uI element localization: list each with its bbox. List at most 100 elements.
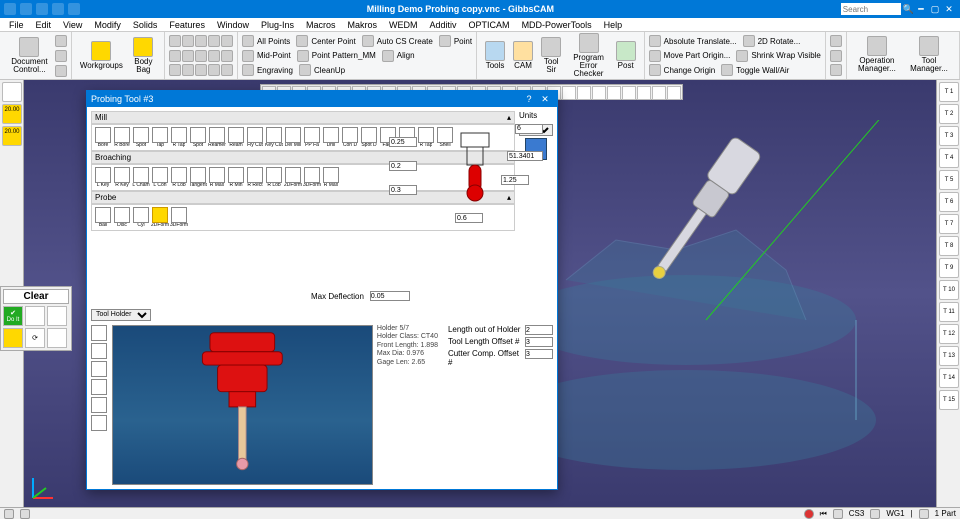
- menu-edit[interactable]: Edit: [31, 20, 57, 30]
- tool-preview-viewport[interactable]: [112, 325, 373, 485]
- main-viewport[interactable]: 20.00 20.00 T 1T 2T 3T 4T 5T 6T 7T 8T 9T…: [0, 80, 960, 507]
- geom-icon[interactable]: [182, 50, 194, 62]
- tool-type-fly-cut[interactable]: Fly Cut: [246, 127, 264, 148]
- geom-icon[interactable]: [182, 64, 194, 76]
- tool-manager-button[interactable]: Tool Manager...: [903, 34, 955, 77]
- center-point-icon[interactable]: [296, 35, 308, 47]
- qat-button[interactable]: [4, 3, 16, 15]
- dialog-help-button[interactable]: ?: [521, 94, 537, 104]
- cs-icon[interactable]: [55, 65, 67, 77]
- menu-opticam[interactable]: OPTICAM: [464, 20, 515, 30]
- tool-type-l-key[interactable]: L Key: [94, 167, 112, 188]
- tool-number-input[interactable]: [515, 124, 543, 134]
- body-bag-button[interactable]: Body Bag: [127, 35, 160, 76]
- dialog-close-button[interactable]: ✕: [537, 94, 553, 105]
- tool-type-r-tap[interactable]: R Tap: [170, 127, 188, 148]
- tool-type-ball[interactable]: Ball: [94, 207, 112, 228]
- tool-type-spot[interactable]: Spot: [132, 127, 150, 148]
- max-deflection-input[interactable]: [370, 291, 410, 301]
- tool-sir-button[interactable]: Tool Sir: [537, 35, 565, 76]
- geom-icon[interactable]: [169, 35, 181, 47]
- geom-icon[interactable]: [208, 35, 220, 47]
- status-cs[interactable]: CS3: [849, 509, 865, 518]
- document-control-button[interactable]: Document Control...: [4, 35, 55, 76]
- tool-type-r-rect[interactable]: R Rect: [246, 167, 264, 188]
- tool-slot[interactable]: T 1: [939, 82, 959, 102]
- tool-slot[interactable]: T 5: [939, 170, 959, 190]
- qat-button[interactable]: [68, 3, 80, 15]
- workgroups-button[interactable]: Workgroups: [76, 39, 127, 72]
- dim-d1-input[interactable]: [389, 137, 417, 147]
- tool-type-disc[interactable]: Disc: [113, 207, 131, 228]
- chg-origin-icon[interactable]: [649, 64, 661, 76]
- geom-icon[interactable]: [195, 35, 207, 47]
- status-icon[interactable]: [870, 509, 880, 519]
- abs-trans-icon[interactable]: [649, 35, 661, 47]
- collapse-icon[interactable]: ▴: [507, 113, 511, 122]
- tool-len-offset-input[interactable]: [525, 337, 553, 347]
- tool-slot[interactable]: T 12: [939, 324, 959, 344]
- pattern-icon[interactable]: [297, 50, 309, 62]
- tool-type-3dformr[interactable]: 3DFormR: [303, 167, 321, 188]
- tool-type-ream[interactable]: Ream: [227, 127, 245, 148]
- geometry-icon[interactable]: [55, 35, 67, 47]
- tool-type-cyl[interactable]: Cyl: [132, 207, 150, 228]
- tool-slot[interactable]: T 14: [939, 368, 959, 388]
- move-origin-icon[interactable]: [649, 50, 661, 62]
- menu-wedm[interactable]: WEDM: [384, 20, 423, 30]
- dim-tip-input[interactable]: [455, 213, 483, 223]
- dialog-titlebar[interactable]: Probing Tool #3 ? ✕: [87, 91, 557, 107]
- tool-type-2dform[interactable]: 2DForm: [151, 207, 169, 228]
- tool-type-drill[interactable]: Drill: [322, 127, 340, 148]
- qat-button[interactable]: [52, 3, 64, 15]
- clock-icon[interactable]: [830, 35, 842, 47]
- menu-additiv[interactable]: Additiv: [425, 20, 462, 30]
- menu-help[interactable]: Help: [599, 20, 628, 30]
- dim-overall-input[interactable]: [507, 151, 543, 161]
- geom-icon[interactable]: [195, 64, 207, 76]
- help-icon[interactable]: [830, 64, 842, 76]
- geom-icon[interactable]: [208, 50, 220, 62]
- left-tool-button[interactable]: [2, 82, 22, 102]
- tool-type-tap[interactable]: Tap: [151, 127, 169, 148]
- status-icon[interactable]: [20, 509, 30, 519]
- preview-icon[interactable]: [91, 379, 107, 395]
- tool-type-pp-fa[interactable]: PP Fa: [303, 127, 321, 148]
- minimize-button[interactable]: ━: [914, 4, 928, 15]
- auto-cs-icon[interactable]: [362, 35, 374, 47]
- tool-type-r-key[interactable]: R Key: [113, 167, 131, 188]
- menu-view[interactable]: View: [58, 20, 87, 30]
- mid-point-icon[interactable]: [242, 50, 254, 62]
- sigma-icon[interactable]: [830, 50, 842, 62]
- tool-type-2dform[interactable]: 2DForm: [284, 167, 302, 188]
- tool-type-bore[interactable]: Bore: [94, 127, 112, 148]
- rot2d-icon[interactable]: [743, 35, 755, 47]
- dim-d3-input[interactable]: [389, 185, 417, 195]
- geom-icon[interactable]: [169, 64, 181, 76]
- cleanup-icon[interactable]: [299, 64, 311, 76]
- len-out-holder-input[interactable]: [525, 325, 553, 335]
- tool-type-r-lob[interactable]: R Lob: [265, 167, 283, 188]
- tool-type-l-cham[interactable]: L Cham: [132, 167, 150, 188]
- status-icon[interactable]: [4, 509, 14, 519]
- geom-icon[interactable]: [208, 64, 220, 76]
- search-input[interactable]: [841, 3, 901, 15]
- do-it-button[interactable]: ✔Do It: [3, 306, 23, 326]
- menu-makros[interactable]: Makros: [343, 20, 383, 30]
- dim-len-input[interactable]: [501, 175, 529, 185]
- tool-holder-select[interactable]: Tool Holder: [91, 309, 151, 321]
- tool-slot[interactable]: T 2: [939, 104, 959, 124]
- geom-icon[interactable]: [195, 50, 207, 62]
- preview-icon[interactable]: [91, 415, 107, 431]
- tool-type-con-d[interactable]: Con D: [341, 127, 359, 148]
- preview-icon[interactable]: [91, 343, 107, 359]
- menu-solids[interactable]: Solids: [128, 20, 163, 30]
- tool-type-r-max[interactable]: R Max: [208, 167, 226, 188]
- tool-type-r-bore[interactable]: R Bore: [113, 127, 131, 148]
- geom-icon[interactable]: [221, 35, 233, 47]
- engraving-icon[interactable]: [242, 64, 254, 76]
- status-play-icon[interactable]: ⏮: [820, 509, 827, 519]
- tool-type-l-con[interactable]: L Con: [151, 167, 169, 188]
- cutter-comp-input[interactable]: [525, 349, 553, 359]
- left-tool-value[interactable]: 20.00: [2, 104, 22, 124]
